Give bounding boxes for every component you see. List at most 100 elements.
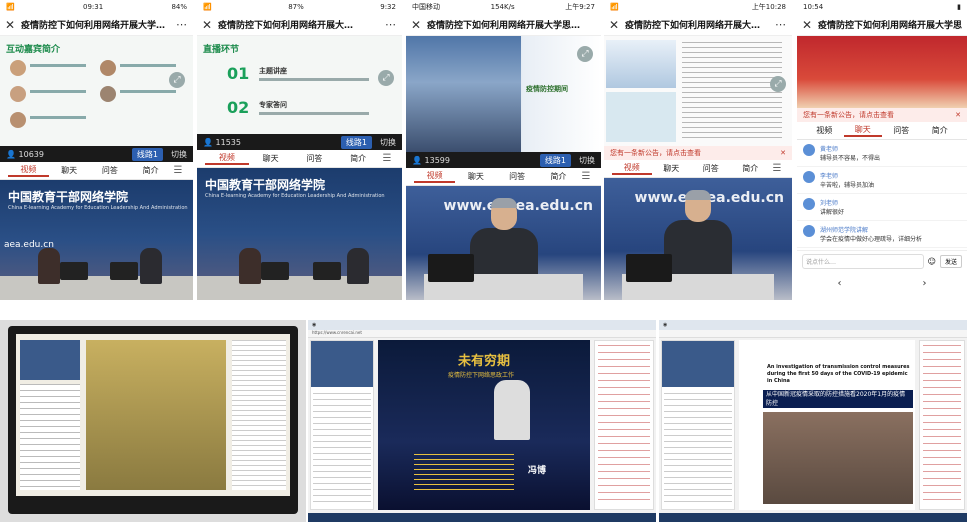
- expand-icon[interactable]: ⤢: [577, 46, 593, 62]
- tab-video[interactable]: 视频: [414, 170, 456, 183]
- chat-list: [664, 393, 732, 507]
- slide-area: 未有穷期 疫情防控下网络思政工作 冯博: [378, 340, 590, 510]
- page-title: 疫情防控下如何利用网络开展大学思: [818, 21, 962, 31]
- expand-icon[interactable]: ⤢: [169, 72, 185, 88]
- screenshot-panel-4: 📶 上午10:28 ✕ 疫情防控下如何利用网络开展大… ⋯ ⤢ 您有一条新公告，…: [604, 0, 792, 300]
- battery-level: 84%: [171, 3, 187, 11]
- chat-text: 辅导员不容易，不得出: [820, 155, 881, 162]
- laptop-icon: [60, 262, 88, 280]
- tab-intro[interactable]: 简介: [336, 153, 380, 164]
- close-icon[interactable]: ✕: [955, 111, 961, 119]
- tab-chat[interactable]: 聊天: [249, 153, 293, 164]
- text-placeholder: [414, 454, 514, 494]
- more-icon[interactable]: ⋯: [176, 18, 188, 31]
- chat-name: 刘老师: [820, 200, 839, 207]
- video-thumb: [662, 341, 734, 387]
- text-placeholder: [232, 340, 286, 490]
- tab-bar: 视频 聊天 问答 简介 ☰: [0, 162, 193, 180]
- switch-button[interactable]: 切换: [171, 149, 187, 160]
- tab-chat[interactable]: 聊天: [49, 165, 90, 176]
- tab-video[interactable]: 视频: [805, 125, 844, 136]
- tab-qa[interactable]: 问答: [497, 171, 538, 182]
- sidebar-panel: [310, 340, 374, 510]
- doc-image: [606, 92, 676, 142]
- tab-icon[interactable]: ◉: [663, 322, 667, 328]
- tab-qa[interactable]: 问答: [90, 165, 131, 176]
- tab-intro[interactable]: 简介: [130, 165, 171, 176]
- slide-area: 疫情防控期间 ⤢: [406, 36, 601, 152]
- list-item: 黄老师 辅导员不容易，不得出: [797, 140, 967, 167]
- close-icon[interactable]: ✕: [802, 18, 814, 32]
- text-placeholder: [30, 116, 86, 119]
- laptop-icon: [110, 262, 138, 280]
- expand-icon[interactable]: ⤢: [770, 76, 786, 92]
- notice-banner[interactable]: 您有一条新公告，请点击查看 ✕: [604, 146, 792, 160]
- chat-input[interactable]: 说点什么…: [802, 254, 924, 269]
- line-button[interactable]: 线路1: [131, 147, 163, 161]
- send-button[interactable]: 发送: [939, 255, 962, 268]
- browser-titlebar: ◉: [308, 320, 656, 330]
- forward-icon[interactable]: ›: [923, 278, 927, 289]
- app-titlebar: ✕ 疫情防控下如何利用网络开展大学… ⋯: [0, 14, 193, 36]
- more-icon[interactable]: ⋯: [775, 18, 787, 31]
- more-icon[interactable]: ⋯: [385, 18, 397, 31]
- tab-video[interactable]: 视频: [612, 162, 652, 175]
- tab-video[interactable]: 视频: [205, 152, 249, 165]
- close-icon[interactable]: ✕: [411, 18, 423, 32]
- avatar: [10, 86, 26, 102]
- status-bar: 📶 87% 9:32: [197, 0, 402, 14]
- text-placeholder: [259, 78, 369, 81]
- switch-button[interactable]: 切换: [380, 137, 396, 148]
- carrier-name: 中国移动: [412, 3, 440, 11]
- address-bar[interactable]: https://www.cnrencai.net: [308, 330, 656, 338]
- tab-icon[interactable]: ◉: [312, 322, 316, 328]
- tab-intro[interactable]: 简介: [538, 171, 579, 182]
- tab-video[interactable]: 视频: [8, 164, 49, 177]
- tab-bar: 视频 聊天 问答 简介 ☰: [604, 160, 792, 178]
- stats-bar: 👤 13599 线路1 切换: [406, 152, 601, 168]
- right-panel: [594, 340, 654, 510]
- tab-qa[interactable]: 问答: [691, 163, 731, 174]
- close-icon[interactable]: ✕: [780, 149, 786, 157]
- slide-heading: 直播环节: [203, 45, 240, 55]
- menu-icon[interactable]: ☰: [171, 165, 185, 176]
- tab-qa[interactable]: 问答: [293, 153, 337, 164]
- tab-intro[interactable]: 简介: [921, 125, 960, 136]
- tab-chat[interactable]: 聊天: [652, 163, 692, 174]
- menu-icon[interactable]: ☰: [579, 171, 593, 182]
- notice-banner[interactable]: 您有一条新公告，请点击查看 ✕: [797, 108, 967, 122]
- menu-icon[interactable]: ☰: [380, 153, 394, 164]
- slide-title: 未有穷期: [458, 354, 511, 369]
- address-bar[interactable]: [659, 330, 967, 338]
- close-icon[interactable]: ✕: [202, 18, 214, 32]
- tab-qa[interactable]: 问答: [882, 125, 921, 136]
- tab-intro[interactable]: 简介: [731, 163, 771, 174]
- notice-text: 您有一条新公告，请点击查看: [610, 149, 701, 157]
- status-time: 9:32: [380, 3, 396, 11]
- text-placeholder: [598, 345, 650, 505]
- speaker-video: www.enaea.edu.cn: [604, 178, 792, 300]
- line-button[interactable]: 线路1: [340, 135, 372, 149]
- close-icon[interactable]: ✕: [5, 18, 17, 32]
- back-icon[interactable]: ‹: [838, 278, 842, 289]
- studio-desk: [0, 276, 193, 300]
- text-placeholder: [120, 64, 176, 67]
- doc-cn-banner: 从中国新冠疫情采取的防控措施看2020年1月的疫情防控: [763, 390, 913, 408]
- text-placeholder: [923, 345, 961, 505]
- line-button[interactable]: 线路1: [539, 153, 571, 167]
- switch-button[interactable]: 切换: [579, 155, 595, 166]
- viewer-count: 👤 13599: [412, 155, 450, 165]
- studio-brand-en: China E-learning Academy for Education L…: [8, 205, 188, 211]
- tab-chat[interactable]: 聊天: [455, 171, 496, 182]
- close-icon[interactable]: ✕: [609, 18, 621, 32]
- guest-figure: [140, 248, 162, 284]
- text-placeholder: [30, 64, 86, 67]
- menu-icon[interactable]: ☰: [770, 163, 784, 174]
- emoji-icon[interactable]: ☺: [928, 257, 936, 266]
- expand-icon[interactable]: ⤢: [378, 70, 394, 86]
- sidebar-panel: [661, 340, 735, 510]
- tab-chat[interactable]: 聊天: [843, 124, 882, 137]
- speaker-background: www.enaea.edu.cn: [604, 178, 792, 300]
- status-bar: 📶 上午10:28: [604, 0, 792, 14]
- slide-subtitle: 疫情防控下网络思政工作: [448, 372, 515, 379]
